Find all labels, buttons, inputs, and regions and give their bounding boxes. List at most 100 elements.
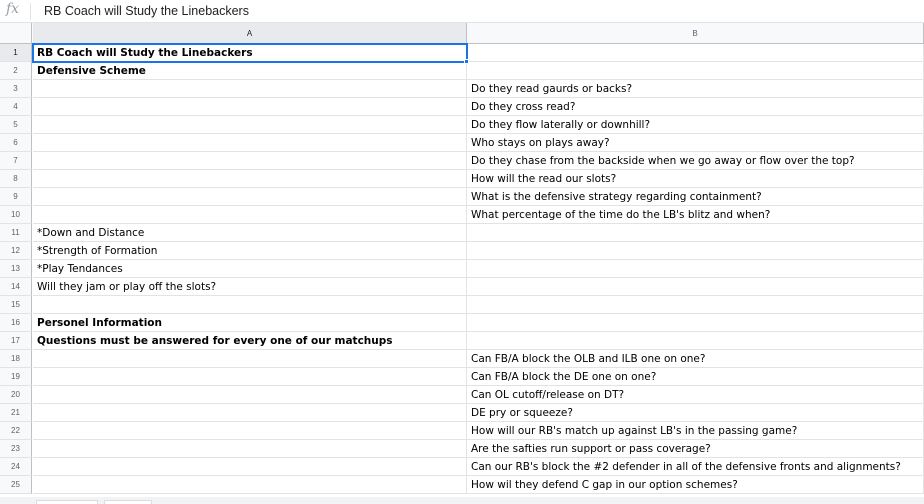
table-row: 18 Can FB/A block the OLB and ILB one on … <box>0 350 924 368</box>
table-row: 5 Do they flow laterally or downhill? <box>0 116 924 134</box>
row-header[interactable]: 6 <box>0 134 32 152</box>
select-all-corner[interactable] <box>0 23 32 43</box>
row-header[interactable]: 1 <box>0 44 32 62</box>
row-header[interactable]: 23 <box>0 440 32 458</box>
column-header-row: A B <box>0 23 924 44</box>
cell-a19[interactable] <box>33 368 467 386</box>
sheet-tab[interactable] <box>104 500 152 504</box>
table-row: 16 Personel Information <box>0 314 924 332</box>
cell-a8[interactable] <box>33 170 467 188</box>
table-row: 7 Do they chase from the backside when we… <box>0 152 924 170</box>
formula-bar-divider <box>30 3 31 20</box>
cell-a15[interactable] <box>33 296 467 314</box>
cell-a23[interactable] <box>33 440 467 458</box>
cell-a7[interactable] <box>33 152 467 170</box>
cell-a9[interactable] <box>33 188 467 206</box>
row-header[interactable]: 10 <box>0 206 32 224</box>
cell-b18[interactable]: Can FB/A block the OLB and ILB one on on… <box>467 350 924 368</box>
table-row: 9 What is the defensive strategy regardin… <box>0 188 924 206</box>
cell-a12[interactable]: *Strength of Formation <box>33 242 467 260</box>
cell-b10[interactable]: What percentage of the time do the LB's … <box>467 206 924 224</box>
cell-b25[interactable]: How wil they defend C gap in our option … <box>467 476 924 494</box>
cell-a20[interactable] <box>33 386 467 404</box>
cell-a18[interactable] <box>33 350 467 368</box>
table-row: 23 Are the safties run support or pass co… <box>0 440 924 458</box>
row-header[interactable]: 9 <box>0 188 32 206</box>
cell-b4[interactable]: Do they cross read? <box>467 98 924 116</box>
formula-input[interactable]: RB Coach will Study the Linebackers <box>44 4 249 18</box>
cell-a21[interactable] <box>33 404 467 422</box>
cell-a1[interactable]: RB Coach will Study the Linebackers <box>32 43 468 63</box>
cell-b22[interactable]: How will our RB's match up against LB's … <box>467 422 924 440</box>
cell-a10[interactable] <box>33 206 467 224</box>
row-header[interactable]: 13 <box>0 260 32 278</box>
cell-b9[interactable]: What is the defensive strategy regarding… <box>467 188 924 206</box>
table-row: 4 Do they cross read? <box>0 98 924 116</box>
row-header[interactable]: 19 <box>0 368 32 386</box>
cell-b15[interactable] <box>467 296 924 314</box>
cell-a17[interactable]: Questions must be answered for every one… <box>33 332 467 350</box>
cell-a11[interactable]: *Down and Distance <box>33 224 467 242</box>
cell-b19[interactable]: Can FB/A block the DE one on one? <box>467 368 924 386</box>
cell-b21[interactable]: DE pry or squeeze? <box>467 404 924 422</box>
cell-a4[interactable] <box>33 98 467 116</box>
row-header[interactable]: 21 <box>0 404 32 422</box>
cell-b13[interactable] <box>467 260 924 278</box>
row-header[interactable]: 14 <box>0 278 32 296</box>
row-header[interactable]: 17 <box>0 332 32 350</box>
cell-b14[interactable] <box>467 278 924 296</box>
row-header[interactable]: 25 <box>0 476 32 494</box>
cell-a14[interactable]: Will they jam or play off the slots? <box>33 278 467 296</box>
table-row: 21 DE pry or squeeze? <box>0 404 924 422</box>
column-header-b[interactable]: B <box>467 23 924 43</box>
row-header[interactable]: 5 <box>0 116 32 134</box>
table-row: 15 <box>0 296 924 314</box>
table-row: 1 RB Coach will Study the Linebackers <box>0 43 924 64</box>
cell-a16[interactable]: Personel Information <box>33 314 467 332</box>
cell-a24[interactable] <box>33 458 467 476</box>
fill-handle[interactable] <box>464 59 469 64</box>
table-row: 8 How will the read our slots? <box>0 170 924 188</box>
cell-a3[interactable] <box>33 80 467 98</box>
cell-b5[interactable]: Do they flow laterally or downhill? <box>467 116 924 134</box>
table-row: 20 Can OL cutoff/release on DT? <box>0 386 924 404</box>
cell-b8[interactable]: How will the read our slots? <box>467 170 924 188</box>
cell-b20[interactable]: Can OL cutoff/release on DT? <box>467 386 924 404</box>
cell-a2[interactable]: Defensive Scheme <box>33 62 467 80</box>
row-header[interactable]: 8 <box>0 170 32 188</box>
row-header[interactable]: 15 <box>0 296 32 314</box>
row-header[interactable]: 2 <box>0 62 32 80</box>
cell-b24[interactable]: Can our RB's block the #2 defender in al… <box>467 458 924 476</box>
cell-b23[interactable]: Are the safties run support or pass cove… <box>467 440 924 458</box>
sheet-tab[interactable] <box>36 500 98 504</box>
row-header[interactable]: 20 <box>0 386 32 404</box>
row-header[interactable]: 3 <box>0 80 32 98</box>
cell-a22[interactable] <box>33 422 467 440</box>
cell-b7[interactable]: Do they chase from the backside when we … <box>467 152 924 170</box>
row-header[interactable]: 12 <box>0 242 32 260</box>
cell-b16[interactable] <box>467 314 924 332</box>
cell-b6[interactable]: Who stays on plays away? <box>467 134 924 152</box>
cell-b1[interactable] <box>467 44 924 62</box>
row-header[interactable]: 24 <box>0 458 32 476</box>
row-header[interactable]: 22 <box>0 422 32 440</box>
table-row: 24 Can our RB's block the #2 defender in … <box>0 458 924 476</box>
column-header-a[interactable]: A <box>33 23 467 43</box>
row-header[interactable]: 4 <box>0 98 32 116</box>
row-header[interactable]: 11 <box>0 224 32 242</box>
cell-b3[interactable]: Do they read gaurds or backs? <box>467 80 924 98</box>
cell-b12[interactable] <box>467 242 924 260</box>
cell-a25[interactable] <box>33 476 467 494</box>
row-header[interactable]: 18 <box>0 350 32 368</box>
cell-b2[interactable] <box>467 62 924 80</box>
row-header[interactable]: 7 <box>0 152 32 170</box>
table-row: 25 How wil they defend C gap in our optio… <box>0 476 924 494</box>
row-header[interactable]: 16 <box>0 314 32 332</box>
cell-a5[interactable] <box>33 116 467 134</box>
cell-b11[interactable] <box>467 224 924 242</box>
cell-a6[interactable] <box>33 134 467 152</box>
cell-a13[interactable]: *Play Tendances <box>33 260 467 278</box>
table-row: 22 How will our RB's match up against LB'… <box>0 422 924 440</box>
cell-b17[interactable] <box>467 332 924 350</box>
formula-bar[interactable]: fx RB Coach will Study the Linebackers <box>0 0 924 23</box>
